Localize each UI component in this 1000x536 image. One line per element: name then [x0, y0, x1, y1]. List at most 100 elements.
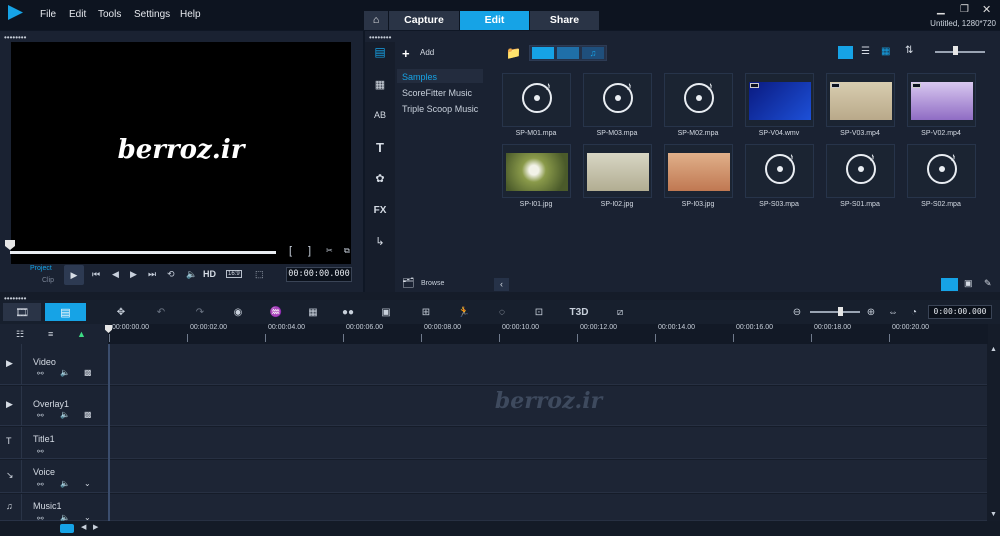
menu-help[interactable]: Help — [180, 9, 201, 20]
zoom-in-icon[interactable]: ⊕ — [863, 304, 879, 320]
browse-icon[interactable]: 🗂 — [402, 278, 415, 289]
menu-edit[interactable]: Edit — [69, 9, 86, 20]
preview-timecode[interactable]: 00:00:00.000 — [286, 267, 352, 282]
play-button[interactable]: ▶ — [64, 265, 84, 285]
volume-icon[interactable]: 🔈 — [186, 269, 197, 280]
thumbnail-size-handle[interactable] — [953, 46, 958, 55]
project-mode-label[interactable]: Project — [30, 265, 52, 272]
scrubber-bar[interactable] — [10, 251, 276, 254]
zoom-out-icon[interactable]: ⊖ — [789, 304, 805, 320]
library-item[interactable] — [826, 73, 895, 127]
title-icon[interactable]: T — [370, 139, 390, 155]
tools-icon[interactable]: ✥ — [113, 304, 129, 320]
track-height-button[interactable] — [60, 524, 74, 533]
mute-icon[interactable]: 🔈 — [60, 479, 70, 488]
chapter-icon[interactable]: ≡ — [48, 329, 53, 339]
library-item[interactable]: ♪ — [583, 73, 652, 127]
fit-project-icon[interactable]: ⇔ — [885, 304, 901, 320]
track-manager-icon[interactable]: ☷ — [16, 329, 24, 340]
prev-frame-icon[interactable]: ◀ — [112, 269, 119, 280]
track-lane-video[interactable] — [110, 344, 987, 385]
timeline-timecode[interactable]: 0:00:00.000 — [928, 305, 992, 319]
home-tab[interactable]: ⌂ — [364, 11, 388, 30]
link-icon[interactable]: ⚯ — [37, 447, 44, 456]
mark-in-icon[interactable]: [ — [289, 245, 292, 257]
ripple-icon[interactable]: ▩ — [84, 410, 92, 419]
scroll-down-icon[interactable]: ▼ — [990, 511, 997, 518]
multi-camera-icon[interactable]: ⊞ — [418, 304, 434, 320]
link-icon[interactable]: ⚯ — [37, 369, 44, 378]
aspect-ratio-button[interactable]: 16:9 — [226, 270, 242, 278]
library-item[interactable] — [664, 144, 733, 198]
options-view-icon[interactable]: ▣ — [964, 278, 973, 289]
thumbnail-view-button[interactable] — [838, 46, 853, 59]
folder-icon[interactable]: 📁 — [506, 46, 521, 60]
auto-music-icon[interactable]: ▦ — [305, 304, 321, 320]
time-remapping-icon[interactable]: 🏃 — [456, 304, 472, 320]
track-header-overlay[interactable]: ▶ Overlay1 ⚯ 🔈 ▩ — [0, 386, 108, 426]
grid-view-icon[interactable]: ▦ — [881, 46, 890, 57]
pan-zoom-icon[interactable]: ⊡ — [531, 304, 547, 320]
sound-mixer-icon[interactable]: ♒ — [268, 304, 284, 320]
library-item[interactable]: ♪ — [907, 144, 976, 198]
show-videos-button[interactable] — [532, 47, 554, 59]
mask-creator-icon[interactable]: ◌ — [494, 304, 510, 320]
filter-icon[interactable]: FX — [370, 202, 390, 218]
clip-mode-label[interactable]: Clip — [42, 277, 54, 284]
3d-title-icon[interactable]: T3D — [569, 304, 589, 320]
library-item[interactable]: ♪ — [745, 144, 814, 198]
library-item[interactable] — [502, 144, 571, 198]
category-scorefitter[interactable]: ScoreFitter Music — [402, 88, 472, 98]
subtitle-editor-icon[interactable]: ▣ — [378, 304, 394, 320]
resize-icon[interactable]: ⬚ — [255, 269, 264, 280]
add-button[interactable]: Add — [420, 48, 434, 57]
enlarge-icon[interactable]: ⧉ — [344, 246, 350, 256]
transition-icon[interactable]: AB — [370, 107, 390, 123]
split-icon[interactable]: ✂ — [326, 246, 333, 255]
track-header-video[interactable]: ▶ Video ⚯ 🔈 ▩ — [0, 344, 108, 385]
track-header-voice[interactable]: ↘ Voice ⚯ 🔈 ⌄ — [0, 460, 108, 493]
split-screen-icon[interactable]: ⧄ — [612, 304, 628, 320]
link-icon[interactable]: ⚯ — [37, 480, 44, 489]
panel-grip[interactable]: •••••••• — [369, 34, 391, 42]
home-start-icon[interactable]: ⏮ — [92, 269, 100, 280]
panel-grip[interactable]: •••••••• — [4, 34, 26, 42]
record-icon[interactable]: ◉ — [230, 304, 246, 320]
mute-icon[interactable]: 🔈 — [60, 368, 70, 377]
track-header-title[interactable]: T Title1 ⚯ — [0, 427, 108, 459]
storyboard-view-button[interactable]: 🎞 — [3, 303, 41, 321]
timeline-ruler[interactable] — [108, 324, 988, 344]
library-item[interactable]: ♪ — [664, 73, 733, 127]
track-lane-voice[interactable] — [110, 460, 987, 493]
mark-out-icon[interactable]: ] — [308, 245, 311, 257]
browse-button[interactable]: Browse — [421, 280, 444, 287]
cue-point-icon[interactable]: ▲ — [77, 329, 86, 339]
restore-icon[interactable]: ❐ — [960, 4, 969, 15]
zoom-slider-handle[interactable] — [838, 307, 843, 316]
sort-icon[interactable]: ⇅ — [905, 45, 913, 56]
library-item[interactable] — [907, 73, 976, 127]
mute-icon[interactable]: 🔈 — [60, 410, 70, 419]
motion-tracking-icon[interactable]: ●● — [340, 304, 356, 320]
add-icon[interactable]: + — [402, 46, 410, 61]
close-icon[interactable]: ✕ — [982, 3, 991, 16]
category-samples[interactable]: Samples — [402, 72, 437, 82]
graphic-icon[interactable]: ✿ — [370, 170, 390, 186]
edit-icon[interactable]: ✎ — [984, 278, 992, 289]
tab-share[interactable]: Share — [530, 11, 599, 30]
library-item[interactable] — [583, 144, 652, 198]
category-triple-scoop[interactable]: Triple Scoop Music — [402, 104, 478, 114]
list-view-icon[interactable]: ☰ — [861, 46, 870, 57]
library-item[interactable] — [745, 73, 814, 127]
end-icon[interactable]: ⏭ — [148, 269, 156, 280]
library-view-button[interactable] — [941, 278, 958, 291]
vertical-scrollbar[interactable] — [988, 344, 1000, 521]
tab-capture[interactable]: Capture — [389, 11, 459, 30]
repeat-icon[interactable]: ⟲ — [167, 269, 175, 280]
show-audio-button[interactable]: ♫ — [582, 47, 604, 59]
hd-button[interactable]: HD — [203, 269, 216, 279]
track-header-music[interactable]: ♫ Music1 ⚯ 🔈 ⌄ — [0, 494, 108, 523]
library-item[interactable]: ♪ — [826, 144, 895, 198]
link-icon[interactable]: ⚯ — [37, 411, 44, 420]
show-photos-button[interactable] — [557, 47, 579, 59]
